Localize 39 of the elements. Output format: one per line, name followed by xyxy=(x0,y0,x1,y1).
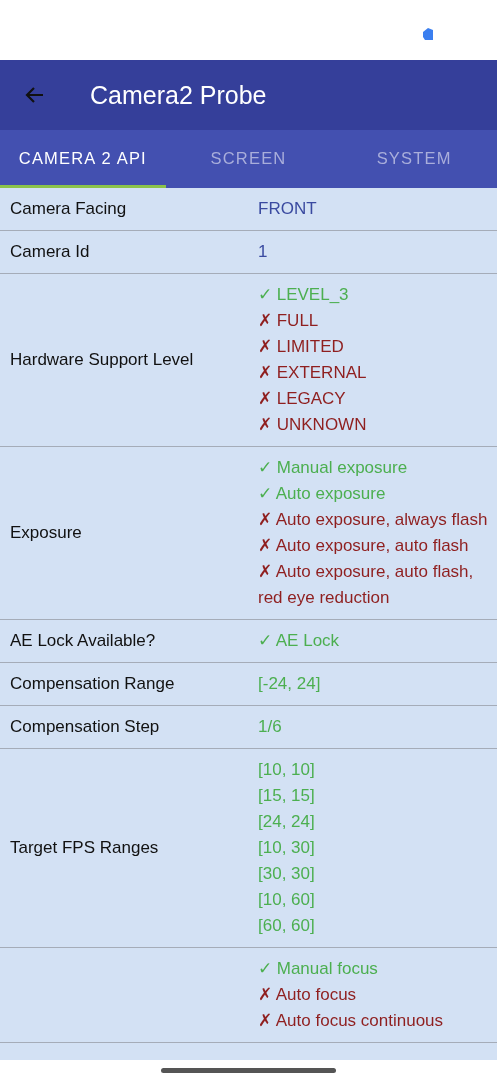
property-label: Compensation Step xyxy=(10,717,160,736)
property-label: Hardware Support Level xyxy=(10,350,194,369)
property-value: ✗ LEGACY xyxy=(258,388,346,410)
property-value: ✓ Auto exposure xyxy=(258,483,386,505)
property-value: ✓ AE Lock xyxy=(258,630,340,652)
property-value: [30, 30] xyxy=(258,863,315,885)
notification-icon xyxy=(421,27,435,41)
home-indicator[interactable] xyxy=(161,1067,336,1073)
property-value: [24, 24] xyxy=(258,811,315,833)
property-value: 1 xyxy=(258,241,268,263)
property-value: [15, 15] xyxy=(258,785,315,807)
property-label: Compensation Range xyxy=(10,674,175,693)
property-label: Target FPS Ranges xyxy=(10,838,159,857)
property-value: ✗ Auto focus continuous xyxy=(258,1010,444,1032)
property-value: FRONT xyxy=(258,198,317,220)
property-label: Camera Id xyxy=(10,242,90,261)
property-value: [10, 60] xyxy=(258,889,315,911)
property-value: ✗ UNKNOWN xyxy=(258,414,367,436)
property-value: ✗ Auto exposure, always flash xyxy=(258,509,488,531)
property-value: ✗ Auto exposure, auto flash xyxy=(258,535,469,557)
property-value: ✗ Auto focus xyxy=(258,984,357,1006)
property-value: ✗ FULL xyxy=(258,310,319,332)
property-value: ✓ Manual exposure xyxy=(258,457,408,479)
property-value: ✗ EXTERNAL xyxy=(258,362,367,384)
property-value: ✓ LEVEL_3 xyxy=(258,284,349,306)
property-value: [-24, 24] xyxy=(258,673,321,695)
property-value: [10, 30] xyxy=(258,837,315,859)
tab[interactable]: SYSTEM xyxy=(331,130,497,188)
app-title: Camera2 Probe xyxy=(90,80,267,110)
property-label: Camera Facing xyxy=(10,199,127,218)
property-value: 1/6 xyxy=(258,716,282,738)
tab[interactable]: SCREEN xyxy=(165,130,332,188)
property-value: ✗ LIMITED xyxy=(258,336,344,358)
property-value: ✗ Auto exposure, auto flash, red eye reduction xyxy=(258,561,475,609)
property-value: [10, 10] xyxy=(258,759,315,781)
property-label: Exposure xyxy=(10,523,82,542)
property-value: [60, 60] xyxy=(258,915,315,937)
property-value: ✓ Manual focus xyxy=(258,958,378,980)
property-label: AE Lock Available? xyxy=(10,631,156,650)
